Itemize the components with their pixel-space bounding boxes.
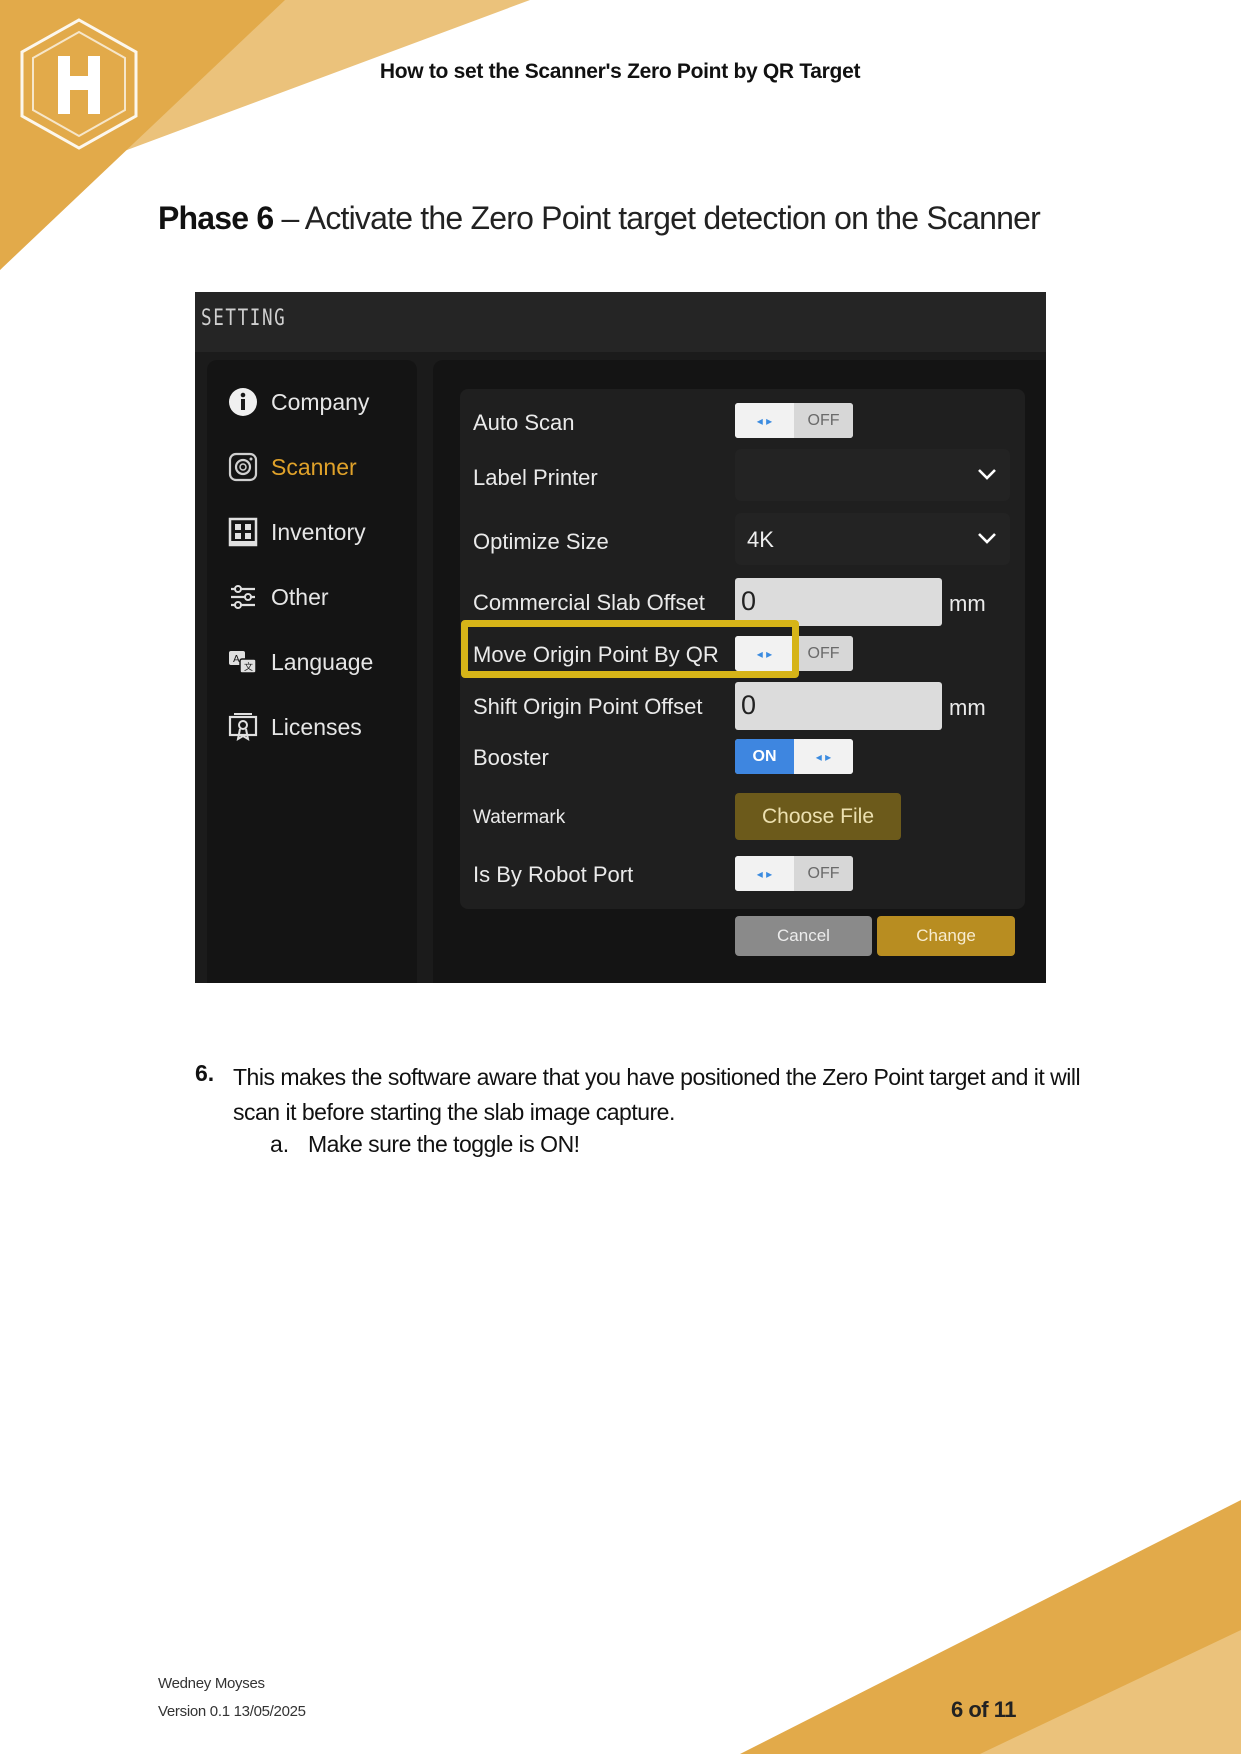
company-logo xyxy=(20,18,138,150)
select-value: 4K xyxy=(747,527,774,552)
booster-toggle[interactable]: ON ◂ ▸ xyxy=(735,739,853,774)
license-icon xyxy=(227,711,259,743)
input-value: 0 xyxy=(741,690,757,720)
optimize-size-select[interactable]: 4K xyxy=(735,513,1010,565)
toggle-arrows-icon: ◂ ▸ xyxy=(735,856,794,891)
info-icon xyxy=(227,386,259,418)
substep-text: Make sure the toggle is ON! xyxy=(308,1131,580,1157)
svg-text:A: A xyxy=(233,654,240,665)
sidebar-item-label: Company xyxy=(271,388,370,415)
window-title: SETTING xyxy=(201,306,287,331)
toggle-state: OFF xyxy=(794,403,853,438)
commercial-slab-offset-input[interactable]: 0 xyxy=(735,578,942,626)
auto-scan-label: Auto Scan xyxy=(473,410,575,435)
sliders-icon xyxy=(227,581,259,613)
language-icon: A文 xyxy=(227,646,259,678)
step-number: 6. xyxy=(195,1060,215,1086)
chevron-down-icon xyxy=(976,527,998,555)
toggle-state: ON xyxy=(735,739,794,774)
sidebar-item-other[interactable]: Other xyxy=(227,577,329,617)
shift-origin-point-offset-label: Shift Origin Point Offset xyxy=(473,694,703,719)
sidebar-item-inventory[interactable]: Inventory xyxy=(227,512,366,552)
input-value: 0 xyxy=(741,586,757,616)
document-title: How to set the Scanner's Zero Point by Q… xyxy=(379,60,861,83)
booster-label: Booster xyxy=(473,745,549,770)
sidebar-item-company[interactable]: Company xyxy=(227,382,369,422)
sidebar-item-label: Licenses xyxy=(271,713,362,740)
cancel-button[interactable]: Cancel xyxy=(735,916,872,956)
label-printer-select[interactable] xyxy=(735,449,1010,501)
change-button[interactable]: Change xyxy=(877,916,1015,956)
sidebar-item-language[interactable]: A文 Language xyxy=(227,642,373,682)
phase-heading: Phase 6 – Activate the Zero Point target… xyxy=(158,200,1041,237)
phase-label: Phase 6 xyxy=(158,200,274,236)
robot-port-label: Is By Robot Port xyxy=(473,862,634,887)
auto-scan-toggle[interactable]: ◂ ▸ OFF xyxy=(735,403,853,438)
page-number: 6 of 11 xyxy=(951,1697,1016,1722)
commercial-slab-offset-label: Commercial Slab Offset xyxy=(473,590,705,615)
footer-author: Wedney Moyses xyxy=(158,1675,265,1692)
sidebar-item-licenses[interactable]: Licenses xyxy=(227,707,362,747)
toggle-arrows-icon: ◂ ▸ xyxy=(794,739,853,774)
toggle-state: OFF xyxy=(794,636,853,671)
choose-file-button[interactable]: Choose File xyxy=(735,793,901,840)
robot-port-toggle[interactable]: ◂ ▸ OFF xyxy=(735,856,853,891)
sidebar-item-label: Other xyxy=(271,583,329,610)
inventory-icon xyxy=(227,516,259,548)
watermark-label: Watermark xyxy=(473,807,566,828)
sidebar-item-label: Language xyxy=(271,648,374,675)
optimize-size-label: Optimize Size xyxy=(473,529,609,554)
footer-version: Version 0.1 13/05/2025 xyxy=(158,1703,306,1720)
step-text: This makes the software aware that you h… xyxy=(233,1064,1081,1125)
toggle-state: OFF xyxy=(794,856,853,891)
svg-text:文: 文 xyxy=(244,661,253,673)
sidebar-item-label: Scanner xyxy=(271,453,357,480)
camera-icon xyxy=(227,451,259,483)
phase-title: – Activate the Zero Point target detecti… xyxy=(281,200,1040,236)
unit-label: mm xyxy=(949,591,986,616)
label-printer-label: Label Printer xyxy=(473,465,598,490)
sidebar-item-scanner[interactable]: Scanner xyxy=(227,447,357,487)
window-titlebar: SETTING xyxy=(195,292,1046,352)
substep-marker: a. xyxy=(270,1131,290,1157)
shift-origin-point-offset-input[interactable]: 0 xyxy=(735,682,942,730)
highlight-box xyxy=(461,620,799,678)
sidebar-item-label: Inventory xyxy=(271,518,366,545)
chevron-down-icon xyxy=(976,463,998,491)
unit-label: mm xyxy=(949,695,986,720)
toggle-arrows-icon: ◂ ▸ xyxy=(735,403,794,438)
settings-screenshot: SETTING Company Scanner Inventory Other … xyxy=(195,292,1046,983)
